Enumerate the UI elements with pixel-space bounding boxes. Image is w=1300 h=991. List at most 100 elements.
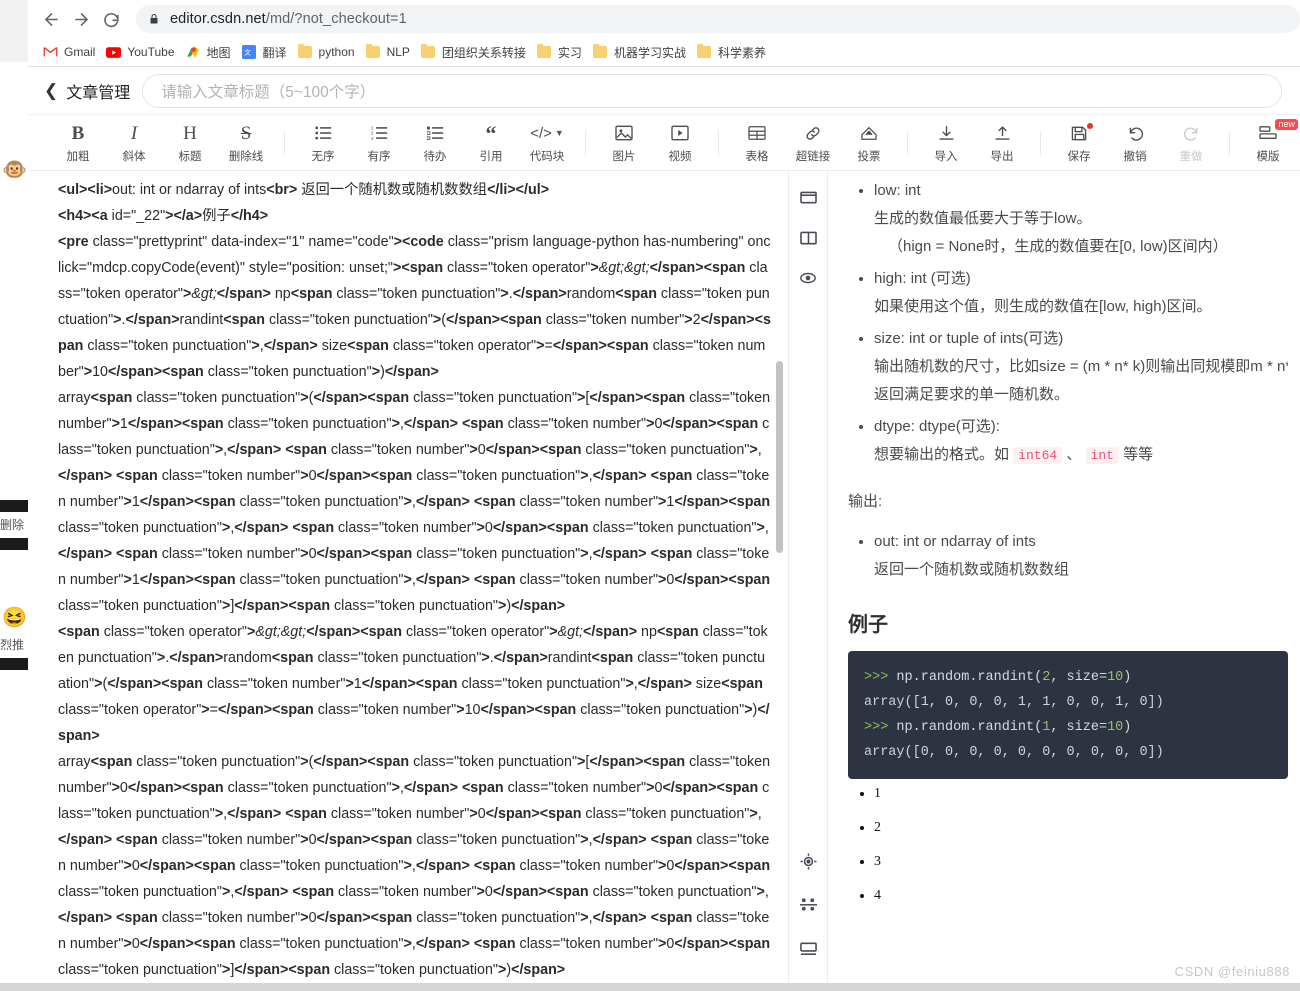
bg-bar [0,538,28,550]
source-line: <ul><li>out: int or ndarray of ints<br> … [58,182,550,198]
address-bar[interactable]: editor.csdn.net/md/?not_checkout=1 [136,5,1300,33]
ordered-list-icon: 123 [371,121,388,145]
toolbar-italic[interactable]: I 斜体 [106,117,162,169]
toolbar-quote[interactable]: “ 引用 [463,117,519,169]
toolbar-redo[interactable]: 重做 [1163,117,1219,169]
url-domain: editor.csdn.net [170,11,266,27]
preview-code-block: >>> np.random.randint(2, size=10) array(… [848,651,1288,779]
dtype-desc-post: 等等 [1118,446,1154,463]
bookmark-ml-practice[interactable]: 机器学习实战 [590,41,694,63]
bookmark-nlp[interactable]: NLP [363,41,418,63]
toolbar-heading[interactable]: H 标题 [162,117,218,169]
toolbar-label: 有序 [367,151,391,163]
toolbar-export[interactable]: 导出 [974,117,1030,169]
bold-icon: B [71,122,85,144]
bookmark-python[interactable]: python [295,41,363,63]
code-line: array([1, 0, 0, 0, 1, 1, 0, 0, 1, 0]) [864,695,1164,710]
bookmark-maps[interactable]: 地图 [183,41,239,63]
toolbar-table[interactable]: 表格 [729,117,785,169]
bookmark-youtube[interactable]: YouTube [103,41,182,63]
source-line: <pre class="prettyprint" data-index="1" … [58,234,771,380]
back-to-article-manage[interactable]: ❮ 文章管理 [44,79,130,103]
bg-row [0,120,28,160]
toolbar-hyperlink[interactable]: 超链接 [785,117,841,169]
code-block-icon: </> ▼ [530,124,564,142]
forward-arrow-icon[interactable] [66,4,96,34]
param-desc: 想要输出的格式。如 int64 、 int 等等 [874,441,1288,470]
lock-icon [148,12,160,26]
heading-icon: H [183,122,197,144]
list-item: high: int (可选) 如果使用这个值，则生成的数值在[low, high… [874,265,1288,321]
toolbar-strikethrough[interactable]: S 删除线 [218,117,274,169]
toolbar-import[interactable]: 导入 [918,117,974,169]
split-view-icon[interactable] [795,225,821,251]
toolbar-divider [284,130,285,155]
back-arrow-icon[interactable] [36,4,66,34]
prompt-marker: >>> [864,670,889,685]
rail-bottom-group [789,848,827,980]
hyperlink-icon [804,121,822,145]
preview-eye-icon[interactable] [795,265,821,291]
toolbar-code-block[interactable]: </> ▼ 代码块 [519,117,575,169]
toolbar-label: 导出 [990,151,1014,163]
source-line: <h4><a id="_22"></a>例子</h4> [58,208,269,224]
bookmark-gmail[interactable]: Gmail [40,41,103,63]
bookmark-internship[interactable]: 实习 [534,41,590,63]
toolbar-undo[interactable]: 撤销 [1107,117,1163,169]
todo-list-icon [426,121,444,145]
markdown-editor-pane[interactable]: <ul><li>out: int or ndarray of ints<br> … [28,171,788,990]
toolbar-label: 删除线 [228,151,264,163]
bg-bar [0,500,28,512]
bookmark-label: 翻译 [262,45,287,60]
bookmark-science[interactable]: 科学素养 [694,41,774,63]
param-term: dtype: dtype(可选): [874,418,1000,435]
reload-icon[interactable] [96,4,126,34]
toolbar-vote[interactable]: 投票 [841,117,897,169]
toolbar-unordered-list[interactable]: 无序 [295,117,351,169]
table-icon [748,121,766,145]
param-note: （hign = None时，生成的数值要在[0, low)区间内） [888,238,1228,255]
toolbar-label: 撤销 [1123,151,1147,163]
code-mid: , size= [1050,720,1108,735]
output-term: out: int or ndarray of ints [874,533,1036,550]
focus-target-icon[interactable] [795,848,821,874]
undo-icon [1127,121,1144,145]
settings-sliders-icon[interactable] [795,892,821,918]
bottom-panel-icon[interactable] [795,936,821,962]
chevron-left-icon: ❮ [44,80,59,100]
list-item: 1 [874,779,1288,809]
bookmark-translate[interactable]: 文 翻译 [239,41,295,63]
toolbar-ordered-list[interactable]: 123 有序 [351,117,407,169]
toolbar-label: 投票 [857,151,881,163]
single-column-view-icon[interactable] [795,185,821,211]
article-title-input[interactable]: 请输入文章标题（5~100个字） [142,73,1282,108]
param-term: low: int [874,182,921,199]
folder-icon [696,44,712,60]
italic-icon: I [130,122,138,144]
bookmark-label: 机器学习实战 [613,45,686,60]
toolbar-template[interactable]: new 模版 [1240,117,1298,169]
folder-icon [297,44,313,60]
toolbar-label: 引用 [479,151,503,163]
bg-row [0,672,28,972]
toolbar-label: 重做 [1179,151,1203,163]
toolbar-image[interactable]: 图片 [596,117,652,169]
editor-source-text[interactable]: <ul><li>out: int or ndarray of ints<br> … [28,171,788,990]
toolbar-label: 图片 [612,151,636,163]
bg-row [0,62,28,80]
editor-scrollbar[interactable] [776,361,783,553]
toolbar-todo-list[interactable]: 待办 [407,117,463,169]
toolbar-label: 表格 [745,151,769,163]
new-badge: new [1275,118,1298,130]
toolbar-video[interactable]: 视频 [652,117,708,169]
prompt-marker: >>> [864,720,889,735]
code-call: np.random.randint( [888,720,1043,735]
bookmark-organization[interactable]: 团组织关系转接 [418,41,534,63]
toolbar-label: 代码块 [529,151,565,163]
import-icon [938,121,955,145]
toolbar-label: 保存 [1067,151,1091,163]
toolbar-save[interactable]: 保存 [1051,117,1107,169]
dtype-desc-pre: 想要输出的格式。如 [874,446,1014,463]
browser-window: editor.csdn.net/md/?not_checkout=1 Gmail… [28,0,1300,991]
toolbar-bold[interactable]: B 加粗 [50,117,106,169]
